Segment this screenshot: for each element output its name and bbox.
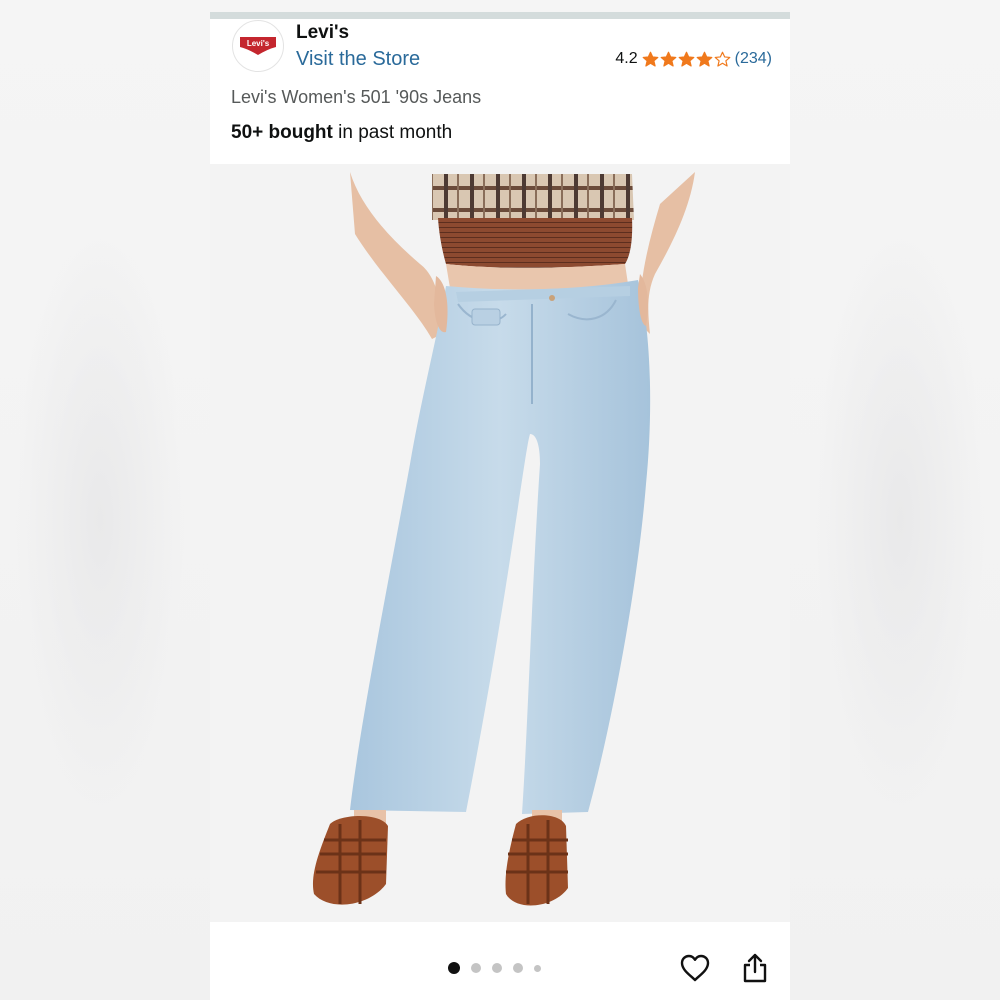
favorite-button[interactable] [677,950,713,986]
star-empty-icon [714,51,731,67]
product-card: Levi's Levi's Visit the Store 4.2 (234) … [210,12,790,1000]
pager-dot-active[interactable] [448,962,460,974]
rating-summary[interactable]: 4.2 (234) [615,50,772,68]
product-title: Levi's Women's 501 '90s Jeans [231,87,482,107]
pager-dot[interactable] [492,963,502,973]
brand-name: Levi's [296,22,350,43]
star-filled-icon [678,51,695,67]
jeans-photo-icon [312,172,695,906]
purchase-count-rest: in past month [332,122,453,143]
top-divider [210,12,790,19]
heart-icon [680,954,710,982]
share-button[interactable] [737,950,773,986]
star-rating [642,51,731,68]
levis-batwing-icon: Levi's [240,37,276,55]
visit-store-link[interactable]: Visit the Store [296,48,420,71]
star-filled-icon [642,51,659,67]
star-filled-icon [660,51,677,67]
purchase-count-bold: 50+ bought [231,122,333,143]
star-filled-icon [696,51,713,67]
rating-count-link[interactable]: (234) [735,50,772,68]
image-pager[interactable] [448,962,541,974]
brand-logo[interactable]: Levi's [232,20,284,72]
purchase-count: 50+ bought in past month [231,122,452,144]
pager-dot[interactable] [513,963,523,973]
rating-value: 4.2 [615,50,638,67]
pager-dot[interactable] [534,964,541,972]
product-image[interactable] [210,164,790,922]
share-icon [743,953,767,983]
logo-text: Levi's [247,39,270,48]
pager-dot[interactable] [471,963,481,973]
